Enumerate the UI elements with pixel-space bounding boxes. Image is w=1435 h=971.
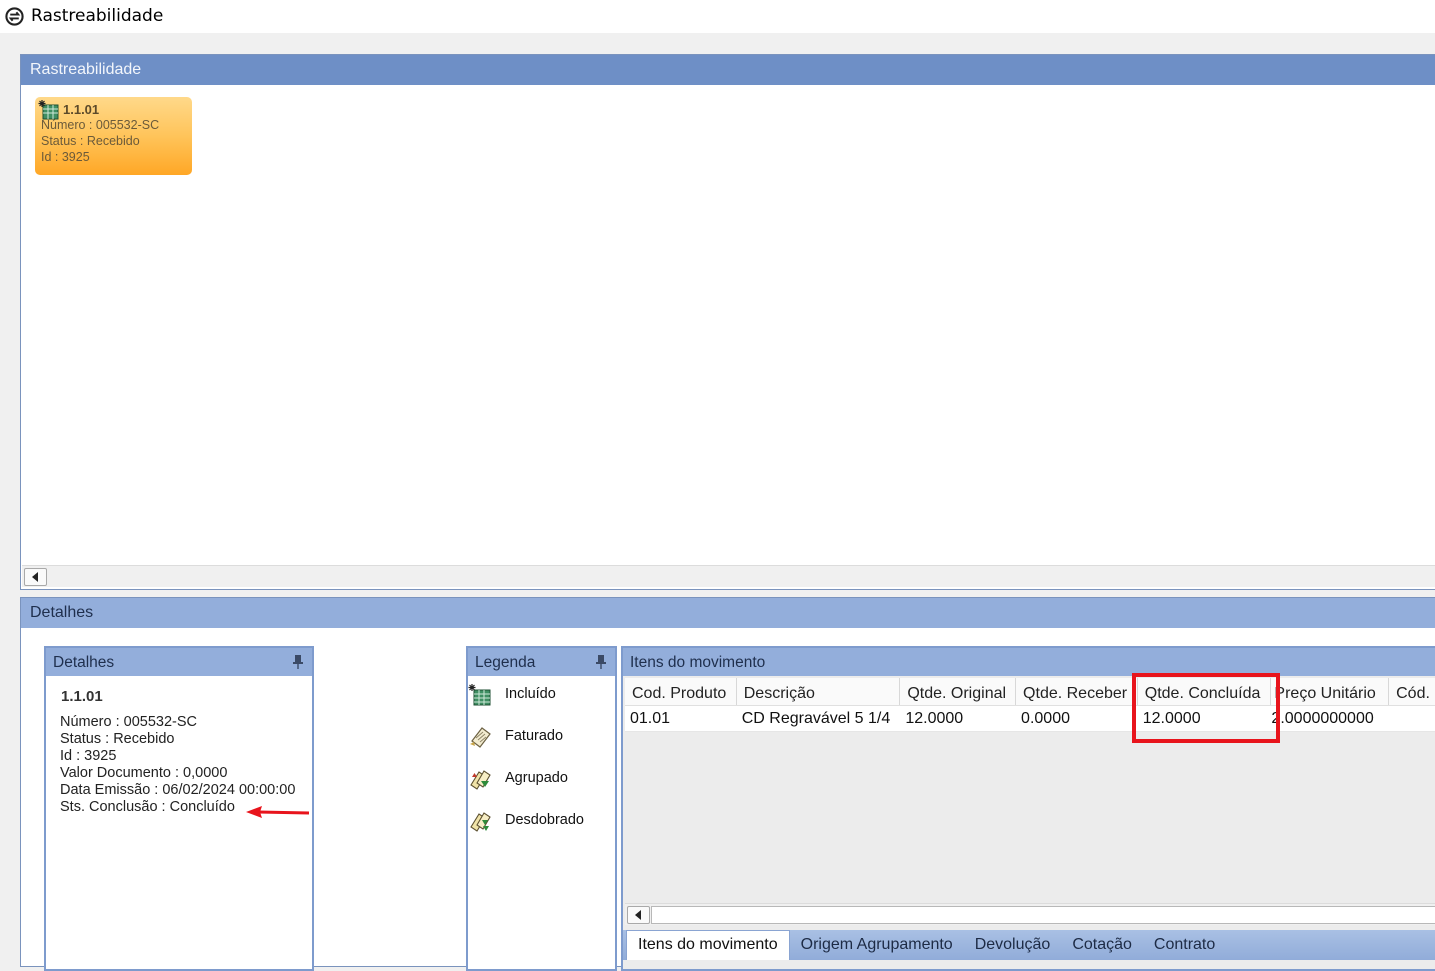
window-title: Rastreabilidade [31,6,164,26]
items-panel: Itens do movimento Cod. Produto Descriçã… [621,646,1435,971]
column-header-qtde-receber[interactable]: Qtde. Receber [1016,678,1138,705]
app-logo-icon [5,7,24,26]
chevron-left-icon [634,910,641,920]
chevron-left-icon [31,572,38,582]
legend-label: Faturado [505,728,564,744]
scrollbar-track[interactable] [651,906,1435,924]
details-id: Id : 3925 [60,748,117,764]
window-titlebar: Rastreabilidade [0,0,1435,33]
tab-cotacao[interactable]: Cotação [1061,930,1143,960]
cell-descricao: CD Regravável 5 1/4 [741,710,891,727]
items-tabs: Itens do movimento Origem Agrupamento De… [623,930,1435,960]
annotation-arrow-icon [246,806,310,818]
grouped-icon [470,770,491,790]
details-data-emissao: Data Emissão : 06/02/2024 00:00:00 [60,782,296,798]
legend-panel: Legenda Incluído Faturado Agrupado Desdo… [466,646,617,971]
trace-node-numero: Número : 005532-SC [41,118,160,132]
details-panel-header: Detalhes [46,648,312,676]
column-header-preco-unitario[interactable]: Preço Unitário [1271,678,1390,705]
details-status: Status : Recebido [60,731,175,747]
pin-icon[interactable] [293,655,303,669]
details-panel: Detalhes 1.1.01 Número : 005532-SC Statu… [44,646,314,971]
legend-label: Incluído [505,686,556,702]
trace-node-status: Status : Recebido [41,134,140,148]
tab-contrato[interactable]: Contrato [1143,930,1226,960]
items-panel-header: Itens do movimento [623,648,1435,676]
legend-label: Desdobrado [505,812,584,828]
column-header-cod[interactable]: Cód. [1389,678,1435,705]
details-title: 1.1.01 [61,688,103,705]
column-header-descricao[interactable]: Descrição [737,678,901,705]
cell-qtde-original: 12.0000 [905,710,964,727]
items-horizontal-scrollbar[interactable] [625,903,1435,925]
tab-origem-agrupamento[interactable]: Origem Agrupamento [790,930,964,960]
details-lines: Número : 005532-SC Status : Recebido Id … [60,714,300,816]
legend-item-incluido: Incluído [468,681,608,707]
trace-node[interactable]: 1.1.01 Número : 005532-SC Status : Receb… [35,97,192,175]
table-row[interactable]: 01.01 CD Regravável 5 1/4 12.0000 0.0000… [625,706,1435,732]
split-icon [470,812,491,832]
legend-item-faturado: Faturado [468,723,608,749]
trace-node-id: Id : 3925 [41,150,90,164]
included-icon [38,100,59,120]
column-header-cod-produto[interactable]: Cod. Produto [625,678,737,705]
traceability-panel-header: Rastreabilidade [21,55,1435,85]
highlight-box [1132,673,1280,743]
pin-icon[interactable] [596,655,606,669]
trace-node-title: 1.1.01 [63,102,100,117]
details-numero: Número : 005532-SC [60,714,198,730]
cell-cod [1389,706,1435,731]
column-header-qtde-original[interactable]: Qtde. Original [900,678,1017,705]
invoiced-icon [470,727,491,748]
details-valor-documento: Valor Documento : 0,0000 [60,765,228,781]
details-section-header: Detalhes [21,598,1435,628]
tab-itens-do-movimento[interactable]: Itens do movimento [626,930,790,960]
legend-item-desdobrado: Desdobrado [468,807,608,833]
legend-panel-header: Legenda [468,648,615,676]
details-section: Detalhes Detalhes 1.1.01 Número : 005532… [20,597,1435,971]
tab-devolucao[interactable]: Devolução [964,930,1062,960]
legend-label: Agrupado [505,770,568,786]
cell-preco-unitario: 2.0000000000 [1271,710,1374,727]
items-grid-header: Cod. Produto Descrição Qtde. Original Qt… [625,678,1435,706]
legend-item-agrupado: Agrupado [468,765,608,791]
traceability-panel: Rastreabilidade 1.1.01 Número : 005532-S… [20,54,1435,590]
scroll-left-button[interactable] [627,906,650,924]
cell-cod-produto: 01.01 [630,710,671,727]
traceability-horizontal-scrollbar[interactable] [22,565,1435,587]
cell-qtde-receber: 0.0000 [1021,710,1070,727]
included-icon [468,684,491,706]
scroll-left-button[interactable] [24,568,47,586]
